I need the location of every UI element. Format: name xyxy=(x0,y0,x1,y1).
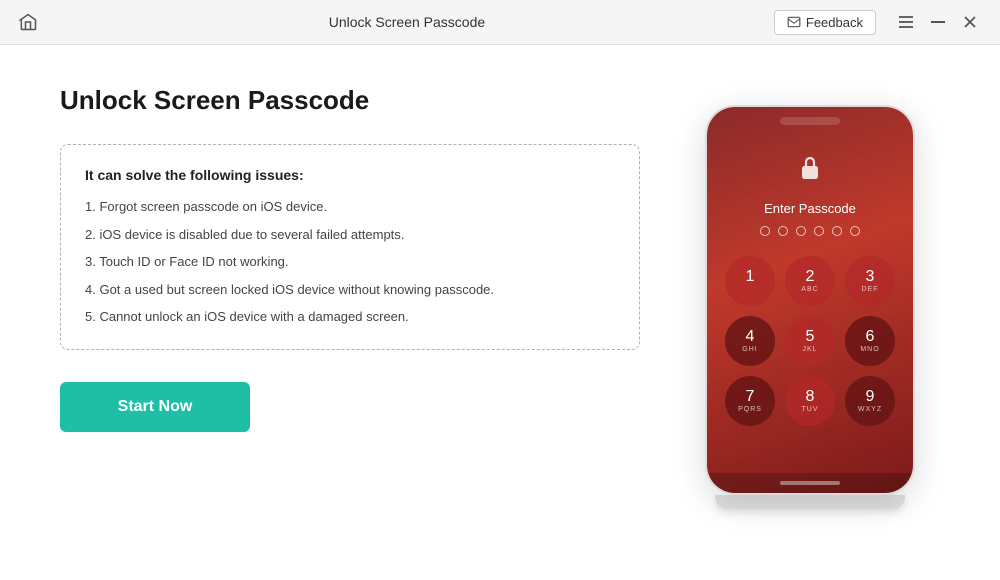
key-2[interactable]: 2ABC xyxy=(785,256,835,306)
menu-button[interactable] xyxy=(892,8,920,36)
feedback-button[interactable]: Feedback xyxy=(774,10,876,35)
passcode-dots xyxy=(760,226,860,236)
key-6[interactable]: 6MNO xyxy=(845,316,895,366)
key-4[interactable]: 4GHI xyxy=(725,316,775,366)
phone-screen: Enter Passcode 1 2ABC 3DEF 4GHI xyxy=(707,107,913,493)
phone-notch xyxy=(780,117,840,125)
dot-3 xyxy=(796,226,806,236)
key-5[interactable]: 5JKL xyxy=(785,316,835,366)
phone-bottom xyxy=(707,473,913,493)
phone-keypad: 1 2ABC 3DEF 4GHI 5JKL 6MNO 7PQRS 8TUV 9W… xyxy=(707,256,913,426)
window-controls xyxy=(892,8,984,36)
list-item: 5. Cannot unlock an iOS device with a da… xyxy=(85,307,615,327)
home-bar xyxy=(780,481,840,485)
page-title: Unlock Screen Passcode xyxy=(60,85,640,116)
right-panel: Enter Passcode 1 2ABC 3DEF 4GHI xyxy=(680,85,940,509)
feedback-icon xyxy=(787,15,801,29)
list-item: 1. Forgot screen passcode on iOS device. xyxy=(85,197,615,217)
key-1[interactable]: 1 xyxy=(725,256,775,306)
start-now-button[interactable]: Start Now xyxy=(60,382,250,432)
phone-notch-area xyxy=(707,107,913,125)
lock-icon xyxy=(798,153,822,187)
key-7[interactable]: 7PQRS xyxy=(725,376,775,426)
dot-4 xyxy=(814,226,824,236)
dot-2 xyxy=(778,226,788,236)
dot-1 xyxy=(760,226,770,236)
titlebar: Unlock Screen Passcode Feedback xyxy=(0,0,1000,45)
home-button[interactable] xyxy=(16,10,40,34)
key-3[interactable]: 3DEF xyxy=(845,256,895,306)
list-item: 2. iOS device is disabled due to several… xyxy=(85,225,615,245)
issues-list: 1. Forgot screen passcode on iOS device.… xyxy=(85,197,615,327)
dot-5 xyxy=(832,226,842,236)
enter-passcode-label: Enter Passcode xyxy=(764,201,856,216)
phone-stand xyxy=(715,495,905,509)
main-content: Unlock Screen Passcode It can solve the … xyxy=(0,45,1000,580)
left-panel: Unlock Screen Passcode It can solve the … xyxy=(60,85,680,432)
window-title: Unlock Screen Passcode xyxy=(329,14,485,30)
titlebar-right: Feedback xyxy=(774,8,984,36)
list-item: 4. Got a used but screen locked iOS devi… xyxy=(85,280,615,300)
minimize-button[interactable] xyxy=(924,8,952,36)
issues-header: It can solve the following issues: xyxy=(85,167,615,183)
key-9[interactable]: 9WXYZ xyxy=(845,376,895,426)
key-8[interactable]: 8TUV xyxy=(785,376,835,426)
phone-mockup: Enter Passcode 1 2ABC 3DEF 4GHI xyxy=(705,105,915,495)
close-button[interactable] xyxy=(956,8,984,36)
list-item: 3. Touch ID or Face ID not working. xyxy=(85,252,615,272)
dot-6 xyxy=(850,226,860,236)
issues-box: It can solve the following issues: 1. Fo… xyxy=(60,144,640,350)
